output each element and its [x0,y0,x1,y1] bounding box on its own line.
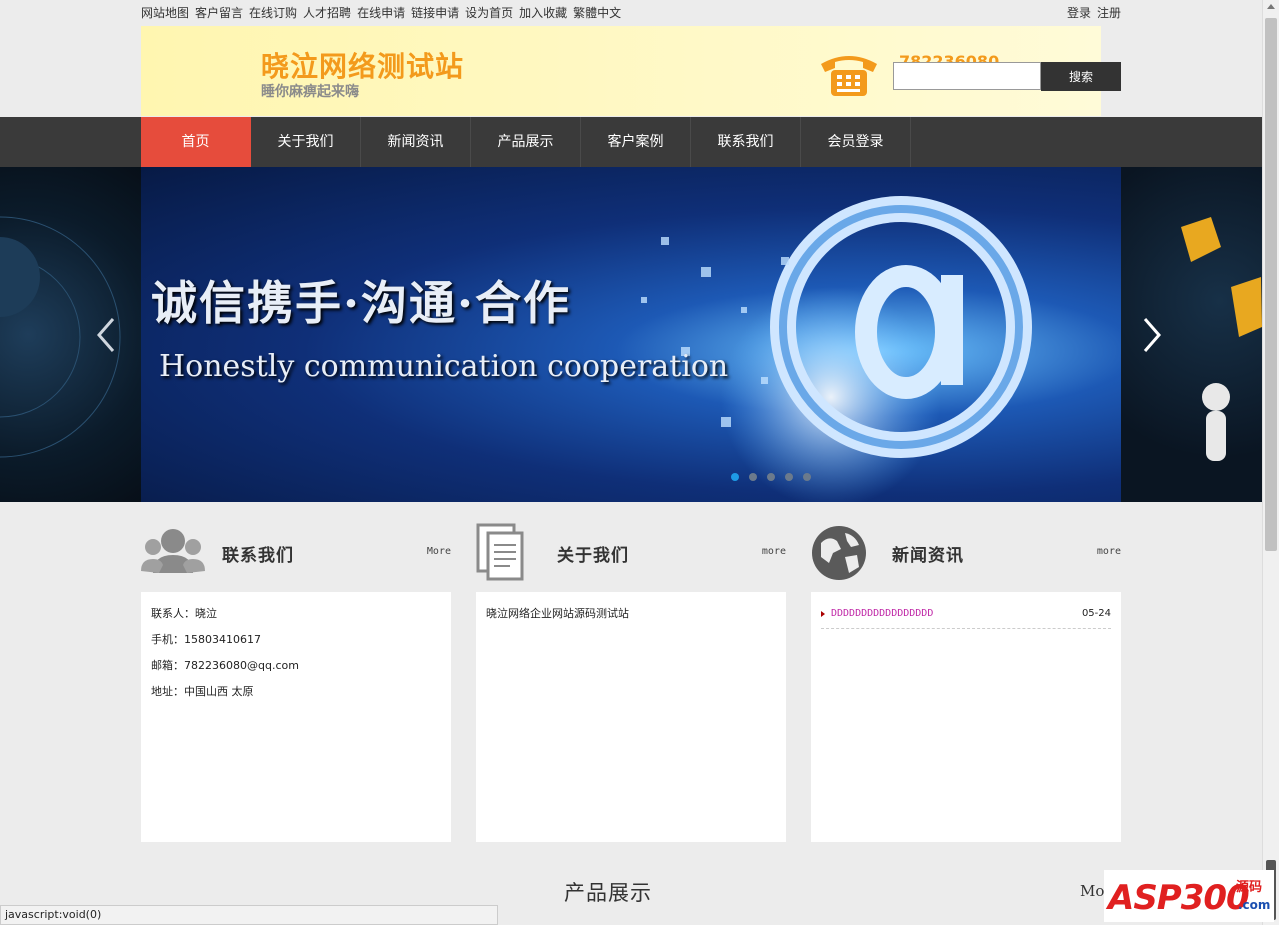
contact-panel-body: 联系人：晓泣 手机：15803410617 邮箱：782236080@qq.co… [141,592,451,842]
document-icon [476,523,524,581]
products-section-title: 产品展示 [564,881,652,905]
watermark-domain: .com [1238,898,1271,912]
about-panel-title: 关于我们 [557,546,629,566]
news-item: DDDDDDDDDDDDDDDDD 05-24 [821,606,1111,629]
news-panel: 新闻资讯 more DDDDDDDDDDDDDDDDD 05-24 [811,521,1121,842]
nav-news[interactable]: 新闻资讯 [361,117,471,167]
about-more-link[interactable]: more [762,546,786,557]
page-scrollbar[interactable] [1262,0,1279,925]
link-add-favorite[interactable]: 加入收藏 [519,4,567,21]
slide-headline-en: Honestly communication cooperation [159,349,729,384]
about-panel-body: 晓泣网络企业网站源码测试站 [476,592,786,842]
nav-cases[interactable]: 客户案例 [581,117,691,167]
top-links-bar: 网站地图 客户留言 在线订购 人才招聘 在线申请 链接申请 设为首页 加入收藏 … [141,0,1121,24]
contact-mobile: 手机：15803410617 [151,633,261,646]
login-link[interactable]: 登录 [1067,4,1091,21]
people-icon [141,529,205,573]
contact-email: 邮箱：782236080@qq.com [151,659,299,672]
contact-person: 联系人：晓泣 [151,607,217,620]
search-input[interactable] [893,62,1041,90]
contact-panel-title: 联系我们 [222,546,294,566]
nav-products[interactable]: 产品展示 [471,117,581,167]
slider-dots [731,473,811,481]
nav-about[interactable]: 关于我们 [251,117,361,167]
about-text: 晓泣网络企业网站源码测试站 [486,607,629,620]
bullet-arrow-icon [821,611,825,617]
browser-status-bar: javascript:void(0) [0,905,498,925]
register-link[interactable]: 注册 [1097,4,1121,21]
news-item-date: 05-24 [1081,608,1111,619]
slider-next-arrow-icon[interactable] [1137,315,1165,355]
contact-panel: 联系我们 More 联系人：晓泣 手机：15803410617 邮箱：78223… [141,521,451,842]
slide-headline-cn: 诚信携手·沟通·合作 [151,276,572,330]
link-link-apply[interactable]: 链接申请 [411,4,459,21]
globe-icon [812,526,866,580]
scroll-thumb[interactable] [1265,18,1277,551]
slider-dot-2[interactable] [749,473,757,481]
slider-dot-4[interactable] [785,473,793,481]
link-traditional-chinese[interactable]: 繁體中文 [573,4,621,21]
link-sitemap[interactable]: 网站地图 [141,4,189,21]
contact-address: 地址：中国山西 太原 [151,685,254,698]
news-more-link[interactable]: more [1097,546,1121,557]
current-slide[interactable]: 诚信携手·沟通·合作 Honestly communication cooper… [141,167,1121,502]
telephone-icon [821,56,877,96]
site-watermark-logo: ASP300 源码 .com [1104,870,1274,922]
slider-dot-5[interactable] [803,473,811,481]
news-panel-body: DDDDDDDDDDDDDDDDD 05-24 [811,592,1121,842]
watermark-text: ASP300 [1108,878,1250,918]
slider-dot-3[interactable] [767,473,775,481]
nav-member-login[interactable]: 会员登录 [801,117,911,167]
slider-dot-1[interactable] [731,473,739,481]
nav-contact[interactable]: 联系我们 [691,117,801,167]
top-links: 网站地图 客户留言 在线订购 人才招聘 在线申请 链接申请 设为首页 加入收藏 … [141,4,621,21]
logo-title[interactable]: 晓泣网络测试站 [261,45,464,85]
nav-home[interactable]: 首页 [141,117,251,167]
link-jobs[interactable]: 人才招聘 [303,4,351,21]
link-guestbook[interactable]: 客户留言 [195,4,243,21]
link-online-order[interactable]: 在线订购 [249,4,297,21]
link-online-apply[interactable]: 在线申请 [357,4,405,21]
news-item-title[interactable]: DDDDDDDDDDDDDDDDD [831,608,933,619]
contact-more-link[interactable]: More [427,546,451,557]
slider-prev-arrow-icon[interactable] [93,315,121,355]
about-panel: 关于我们 more 晓泣网络企业网站源码测试站 [476,521,786,842]
news-panel-title: 新闻资讯 [892,546,964,566]
auth-links: 登录 注册 [1067,4,1121,21]
main-nav: 首页 关于我们 新闻资讯 产品展示 客户案例 联系我们 会员登录 [0,117,1262,167]
banner-slider: 诚信携手·沟通·合作 Honestly communication cooper… [0,167,1262,502]
logo-subtitle: 睡你麻痹起来嗨 [261,84,359,100]
at-sign-graphic [641,196,1032,502]
link-set-homepage[interactable]: 设为首页 [465,4,513,21]
watermark-suffix: 源码 [1236,880,1263,895]
search-button[interactable]: 搜索 [1041,62,1121,91]
scroll-up-arrow-icon[interactable] [1267,4,1275,9]
